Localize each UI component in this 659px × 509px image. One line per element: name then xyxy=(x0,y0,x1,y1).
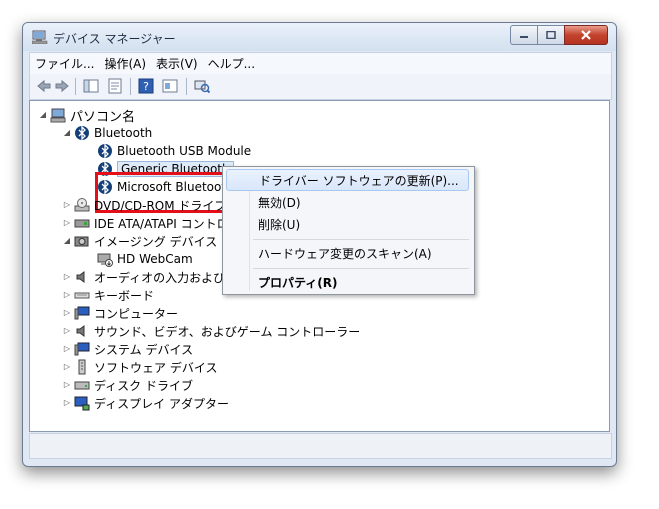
menu-item-label: 無効(D) xyxy=(258,195,301,210)
device-label: IDE ATA/ATAPI コントロ xyxy=(94,216,229,231)
bluetooth-icon xyxy=(98,143,112,159)
tree-item-disk[interactable]: ディスク ドライブ xyxy=(74,376,193,394)
menu-separator xyxy=(253,268,469,269)
menu-view[interactable]: 表示(V) xyxy=(151,55,203,72)
menu-item-disable[interactable]: 無効(D) xyxy=(226,191,469,213)
device-label: HD WebCam xyxy=(117,252,193,266)
expand-arrow-icon[interactable]: ▷ xyxy=(63,273,71,281)
software-device-icon xyxy=(78,359,86,375)
show-hide-tree-icon[interactable] xyxy=(83,78,99,94)
tree-item-sound[interactable]: サウンド、ビデオ、およびゲーム コントローラー xyxy=(74,322,360,340)
back-arrow-icon[interactable] xyxy=(36,78,52,94)
disk-drive-icon xyxy=(74,381,90,390)
imaging-device-icon xyxy=(74,236,89,247)
tree-item-system[interactable]: システム デバイス xyxy=(74,340,193,358)
system-device-icon xyxy=(74,342,90,356)
device-manager-icon xyxy=(32,30,48,44)
expand-arrow-icon[interactable]: ▷ xyxy=(63,363,71,371)
svg-text:?: ? xyxy=(143,80,149,93)
menu-item-update-driver[interactable]: ドライバー ソフトウェアの更新(P)... xyxy=(226,169,469,191)
expand-arrow-icon[interactable]: ▷ xyxy=(63,381,71,389)
window-title: デバイス マネージャー xyxy=(53,32,176,46)
device-label: イメージング デバイス xyxy=(94,234,218,249)
expand-arrow-icon[interactable]: ▷ xyxy=(63,327,71,335)
tree-item-bt-usb-module[interactable]: Bluetooth USB Module xyxy=(97,142,251,160)
device-label: ディスプレイ アダプター xyxy=(94,396,229,411)
device-label: Bluetooth USB Module xyxy=(117,144,252,158)
menu-item-label: ドライバー ソフトウェアの更新(P)... xyxy=(259,173,459,188)
collapse-arrow-icon[interactable]: ◢ xyxy=(39,111,47,119)
menu-action[interactable]: 操作(A) xyxy=(99,55,151,72)
scan-hardware-icon[interactable] xyxy=(194,78,210,94)
sound-icon xyxy=(76,325,85,337)
menu-item-uninstall[interactable]: 削除(U) xyxy=(226,213,469,235)
speaker-icon xyxy=(76,271,85,283)
device-label: ソフトウェア デバイス xyxy=(94,360,218,375)
expand-arrow-icon[interactable]: ▷ xyxy=(63,219,71,227)
bluetooth-label: Bluetooth xyxy=(94,126,153,140)
device-label: キーボード xyxy=(94,288,155,303)
webcam-icon xyxy=(97,253,113,267)
display-adapter-icon xyxy=(74,396,90,411)
tree-item-bluetooth[interactable]: Bluetooth xyxy=(74,124,152,142)
minimize-icon xyxy=(520,36,528,38)
menu-bar: ファイル... 操作(A) 表示(V) ヘルプ... xyxy=(29,52,612,75)
collapse-arrow-icon[interactable]: ◢ xyxy=(63,129,71,137)
bluetooth-icon xyxy=(75,125,89,141)
device-label: システム デバイス xyxy=(94,342,194,357)
tree-item-imaging[interactable]: イメージング デバイス xyxy=(74,232,217,250)
title-bar[interactable]: デバイス マネージャー xyxy=(23,23,616,51)
device-label: ディスク ドライブ xyxy=(94,378,193,393)
collapse-arrow-icon[interactable]: ◢ xyxy=(63,237,71,245)
computer-icon xyxy=(50,108,66,123)
expand-arrow-icon[interactable]: ▷ xyxy=(63,309,71,317)
menu-item-scan-hardware[interactable]: ハードウェア変更のスキャン(A) xyxy=(226,242,469,264)
maximize-icon xyxy=(546,31,556,39)
tree-item-dvd[interactable]: DVD/CD-ROM ドライブ xyxy=(74,196,226,214)
forward-arrow-icon[interactable] xyxy=(54,78,70,94)
menu-item-label: 削除(U) xyxy=(258,217,301,232)
update-driver-icon[interactable] xyxy=(162,78,178,94)
computer-icon xyxy=(74,306,90,320)
dvd-drive-icon xyxy=(74,198,90,212)
expand-arrow-icon[interactable]: ▷ xyxy=(63,201,71,209)
tree-item-software[interactable]: ソフトウェア デバイス xyxy=(74,358,217,376)
close-icon xyxy=(581,30,591,40)
menu-help[interactable]: ヘルプ... xyxy=(203,55,260,72)
toolbar: ? xyxy=(29,74,612,100)
minimize-button[interactable] xyxy=(510,25,537,45)
tree-item-keyboard[interactable]: キーボード xyxy=(74,286,154,304)
root-label: パソコン名 xyxy=(70,109,136,125)
menu-separator xyxy=(253,239,469,240)
device-label: コンピューター xyxy=(94,306,179,321)
menu-item-label: ハードウェア変更のスキャン(A) xyxy=(258,246,432,261)
expand-arrow-icon[interactable]: ▷ xyxy=(63,345,71,353)
expand-arrow-icon[interactable]: ▷ xyxy=(63,399,71,407)
device-label: DVD/CD-ROM ドライブ xyxy=(94,198,227,213)
status-bar xyxy=(29,433,612,459)
properties-icon[interactable] xyxy=(107,78,123,94)
context-menu: ドライバー ソフトウェアの更新(P)... 無効(D) 削除(U) ハードウェア… xyxy=(222,166,475,295)
close-button[interactable] xyxy=(564,25,608,45)
tree-item-ide[interactable]: IDE ATA/ATAPI コントロ xyxy=(74,214,229,232)
expand-arrow-icon[interactable]: ▷ xyxy=(63,291,71,299)
ide-controller-icon xyxy=(74,219,90,228)
help-icon[interactable]: ? xyxy=(138,78,154,94)
tree-item-webcam[interactable]: HD WebCam xyxy=(97,250,193,268)
keyboard-icon xyxy=(74,292,90,299)
tree-item-computer[interactable]: コンピューター xyxy=(74,304,178,322)
device-label: サウンド、ビデオ、およびゲーム コントローラー xyxy=(94,324,361,339)
tree-root[interactable]: パソコン名 xyxy=(50,106,136,125)
tree-item-display[interactable]: ディスプレイ アダプター xyxy=(74,394,229,412)
menu-item-label: プロパティ(R) xyxy=(258,275,338,290)
maximize-button[interactable] xyxy=(537,25,564,45)
menu-file[interactable]: ファイル... xyxy=(30,55,99,72)
menu-item-properties[interactable]: プロパティ(R) xyxy=(226,271,469,293)
